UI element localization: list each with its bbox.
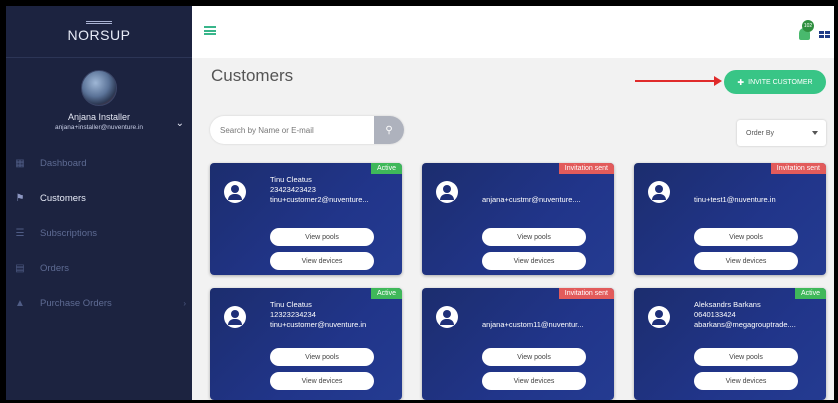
sidebar-item-label: Purchase Orders <box>40 298 112 309</box>
customer-info: anjana+custom11@nuventur... <box>482 320 610 330</box>
user-icon <box>224 181 246 203</box>
sidebar-item-subscriptions[interactable]: ☰ Subscriptions <box>6 216 192 251</box>
customer-card: Invitation sent tinu+test1@nuventure.in … <box>634 163 826 275</box>
sidebar-item-label: Customers <box>40 193 86 204</box>
customer-info: Aleksandrs Barkans 0640133424 abarkans@m… <box>694 300 822 330</box>
annotation-arrow <box>635 80 717 82</box>
customers-icon: ⚑ <box>15 193 25 204</box>
customer-card: Invitation sent anjana+custmr@nuventure.… <box>422 163 614 275</box>
menu-icon[interactable] <box>204 26 216 35</box>
invite-customer-button[interactable]: ✚ INVITE CUSTOMER <box>724 70 826 94</box>
view-devices-button[interactable]: View devices <box>482 252 586 270</box>
notification-badge: 102 <box>802 20 814 32</box>
view-pools-button[interactable]: View pools <box>482 228 586 246</box>
add-user-icon: ✚ <box>737 77 745 87</box>
customer-name: Aleksandrs Barkans <box>694 300 761 309</box>
customer-email: anjana+custom11@nuventur... <box>482 320 584 329</box>
customer-email: abarkans@megagrouptrade.... <box>694 320 796 329</box>
user-email: anjana+installer@nuventure.in <box>54 124 144 131</box>
top-bar: 102 <box>192 6 834 58</box>
search-placeholder: Search by Name or E-mail <box>220 125 314 135</box>
purchase-orders-icon: ▲ <box>15 298 25 309</box>
sidebar-item-orders[interactable]: ▤ Orders <box>6 251 192 286</box>
annotation-arrow-head <box>714 76 722 86</box>
status-badge: Active <box>794 288 826 299</box>
search-input[interactable]: Search by Name or E-mail ⚲ <box>210 116 404 144</box>
page-title: Customers <box>211 66 294 85</box>
user-icon <box>224 306 246 328</box>
sidebar-item-dashboard[interactable]: ▦ Dashboard <box>6 146 192 181</box>
view-pools-button[interactable]: View pools <box>482 348 586 366</box>
sidebar-item-label: Orders <box>40 263 70 274</box>
customer-name: Tinu Cleatus <box>270 300 312 309</box>
customer-email: tinu+test1@nuventure.in <box>694 195 776 204</box>
sidebar-item-customers[interactable]: ⚑ Customers <box>6 181 192 216</box>
search-icon[interactable]: ⚲ <box>374 116 404 144</box>
sidebar-item-label: Subscriptions <box>40 228 98 239</box>
user-profile: Anjana Installer anjana+installer@nuvent… <box>6 58 192 146</box>
sidebar-item-purchase-orders[interactable]: ▲ Purchase Orders › <box>6 286 192 321</box>
customer-phone: 12323234234 <box>270 310 316 319</box>
order-by-label: Order By <box>746 129 775 137</box>
view-devices-button[interactable]: View devices <box>694 252 798 270</box>
status-badge: Invitation sent <box>558 288 614 299</box>
view-devices-button[interactable]: View devices <box>482 372 586 390</box>
view-pools-button[interactable]: View pools <box>694 228 798 246</box>
language-flag-icon[interactable] <box>819 31 830 38</box>
user-icon <box>648 306 670 328</box>
caret-down-icon <box>812 131 818 135</box>
status-badge: Active <box>370 163 402 174</box>
sidebar: NORSUP Anjana Installer anjana+installer… <box>6 6 192 400</box>
customer-info: anjana+custmr@nuventure.... <box>482 195 610 205</box>
order-by-select[interactable]: Order By <box>737 120 826 146</box>
customer-name: Tinu Cleatus <box>270 175 312 184</box>
invite-customer-label: INVITE CUSTOMER <box>748 78 813 86</box>
customer-info: tinu+test1@nuventure.in <box>694 195 822 205</box>
status-badge: Invitation sent <box>770 163 826 174</box>
chevron-right-icon: › <box>183 299 186 308</box>
status-badge: Invitation sent <box>558 163 614 174</box>
view-pools-button[interactable]: View pools <box>694 348 798 366</box>
sidebar-item-label: Dashboard <box>40 158 87 169</box>
customer-email: tinu+customer2@nuventure... <box>270 195 369 204</box>
view-devices-button[interactable]: View devices <box>270 372 374 390</box>
avatar <box>81 70 117 106</box>
customer-phone: 0640133424 <box>694 310 736 319</box>
user-icon <box>648 181 670 203</box>
customer-card: Active Tinu Cleatus 23423423423 tinu+cus… <box>210 163 402 275</box>
customer-phone: 23423423423 <box>270 185 316 194</box>
customer-card: Active Tinu Cleatus 12323234234 tinu+cus… <box>210 288 402 400</box>
view-pools-button[interactable]: View pools <box>270 228 374 246</box>
view-devices-button[interactable]: View devices <box>694 372 798 390</box>
customer-info: Tinu Cleatus 23423423423 tinu+customer2@… <box>270 175 398 205</box>
orders-icon: ▤ <box>15 263 25 274</box>
customer-email: anjana+custmr@nuventure.... <box>482 195 581 204</box>
customer-email: tinu+customer@nuventure.in <box>270 320 367 329</box>
user-name: Anjana Installer <box>67 112 131 122</box>
user-icon <box>436 306 458 328</box>
customer-card: Invitation sent anjana+custom11@nuventur… <box>422 288 614 400</box>
view-pools-button[interactable]: View pools <box>270 348 374 366</box>
subscriptions-icon: ☰ <box>15 228 25 239</box>
view-devices-button[interactable]: View devices <box>270 252 374 270</box>
logo-waves-icon <box>86 20 112 24</box>
logo[interactable]: NORSUP <box>6 6 192 58</box>
chevron-down-icon[interactable]: ⌄ <box>176 118 184 129</box>
customer-info: Tinu Cleatus 12323234234 tinu+customer@n… <box>270 300 398 330</box>
app-frame: NORSUP Anjana Installer anjana+installer… <box>6 6 834 400</box>
user-icon <box>436 181 458 203</box>
customer-card: Active Aleksandrs Barkans 0640133424 aba… <box>634 288 826 400</box>
status-badge: Active <box>370 288 402 299</box>
dashboard-icon: ▦ <box>15 158 25 169</box>
logo-text: NORSUP <box>67 26 131 43</box>
sidebar-nav: ▦ Dashboard ⚑ Customers ☰ Subscriptions … <box>6 146 192 321</box>
